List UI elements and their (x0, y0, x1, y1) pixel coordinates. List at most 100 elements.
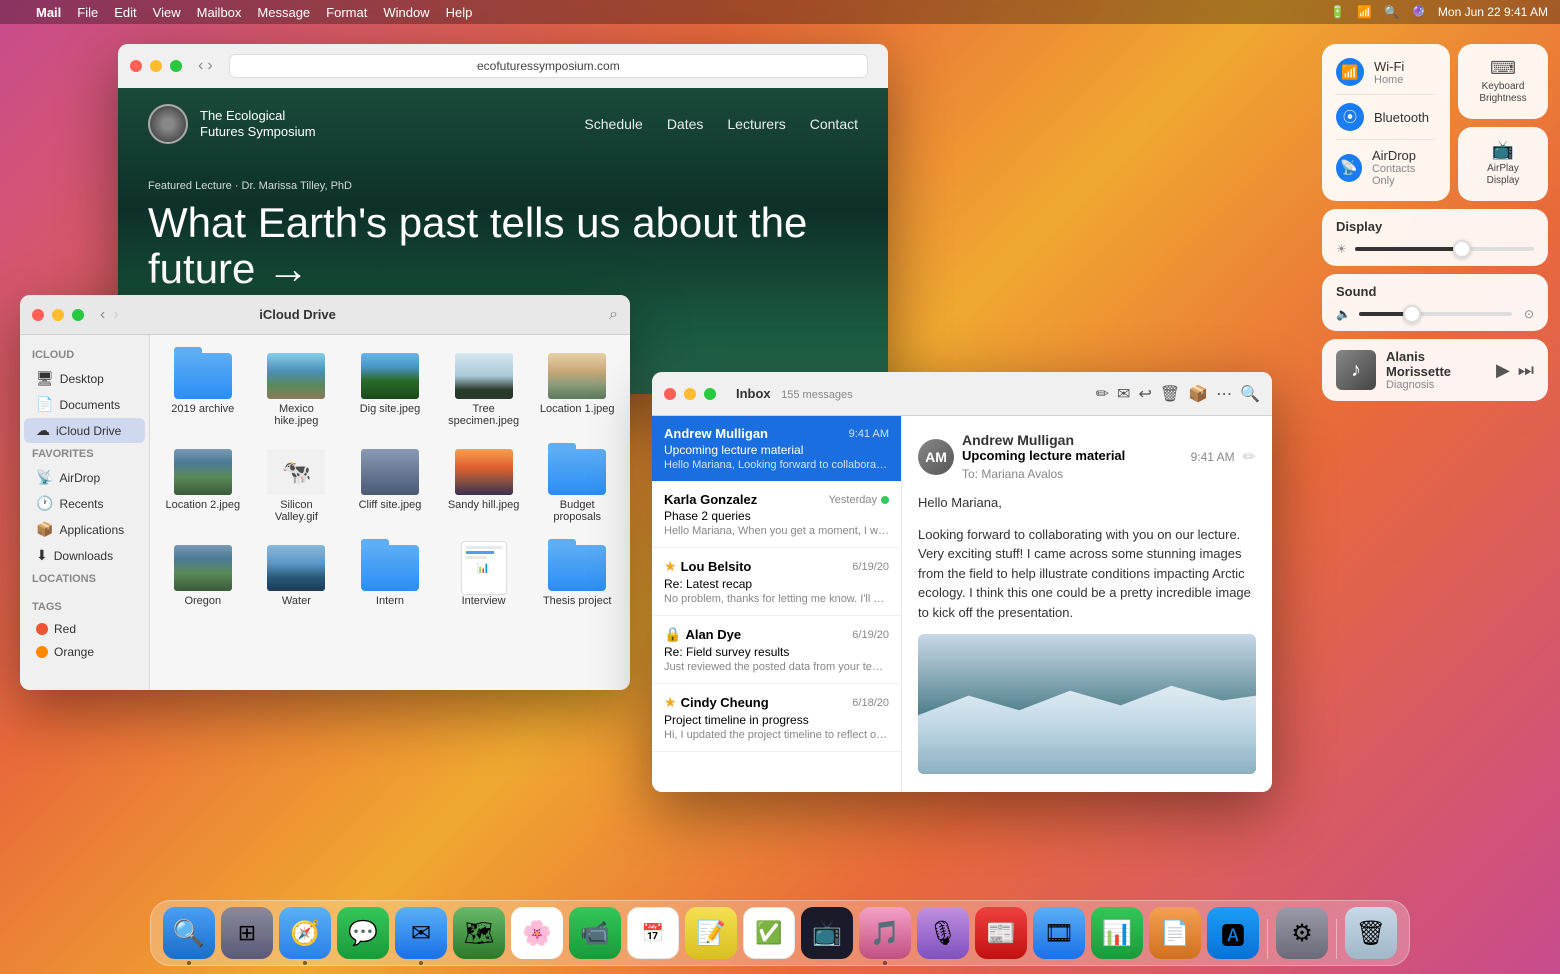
nav-contact[interactable]: Contact (810, 116, 858, 132)
file-item[interactable]: Budget proposals (534, 441, 620, 529)
mail-item[interactable]: Andrew Mulligan 9:41 AM Upcoming lecture… (652, 416, 901, 482)
display-slider[interactable] (1355, 247, 1534, 251)
display-slider-knob[interactable] (1453, 240, 1471, 258)
sidebar-item-tag-red[interactable]: Red (24, 618, 145, 640)
siri-icon[interactable]: 🔮 (1411, 5, 1426, 19)
menubar-app-name[interactable]: Mail (36, 5, 61, 20)
dock-facetime[interactable]: 📹 (569, 907, 621, 959)
dock-reminders[interactable]: ✅ (743, 907, 795, 959)
nav-lecturers[interactable]: Lecturers (727, 116, 785, 132)
menubar-window[interactable]: Window (383, 5, 429, 20)
next-button[interactable]: ⏭ (1518, 360, 1534, 381)
minimize-button[interactable] (150, 60, 162, 72)
menubar-format[interactable]: Format (326, 5, 367, 20)
mail-maximize-button[interactable] (704, 388, 716, 400)
sidebar-item-recents[interactable]: 🕐 Recents (24, 491, 145, 516)
file-item[interactable]: Cliff site.jpeg (347, 441, 433, 529)
mail-item[interactable]: 🔒 Alan Dye 6/19/20 Re: Field survey resu… (652, 616, 901, 684)
mail-item[interactable]: ★ Cindy Cheung 6/18/20 Project timeline … (652, 684, 901, 752)
cc-bluetooth-item[interactable]: ⦿ Bluetooth (1336, 94, 1436, 135)
send-icon[interactable]: ✉ (1117, 384, 1130, 404)
file-item[interactable]: Intern (347, 537, 433, 613)
menubar-help[interactable]: Help (446, 5, 473, 20)
dock-appstore[interactable]: 🅰 (1207, 907, 1259, 959)
mail-item[interactable]: ★ Lou Belsito 6/19/20 Re: Latest recap N… (652, 548, 901, 616)
maximize-button[interactable] (170, 60, 182, 72)
dock-pages[interactable]: 📄 (1149, 907, 1201, 959)
sidebar-item-downloads[interactable]: ⬇ Downloads (24, 543, 145, 568)
sidebar-item-desktop[interactable]: 🖥 Desktop (24, 366, 145, 391)
back-icon[interactable]: ‹ (100, 306, 105, 324)
dock-calendar[interactable]: 📅 (627, 907, 679, 959)
dock-numbers[interactable]: 📊 (1091, 907, 1143, 959)
file-item[interactable]: 🐄 Silicon Valley.gif (254, 441, 340, 529)
nav-schedule[interactable]: Schedule (584, 116, 642, 132)
edit-icon[interactable]: ✏ (1243, 447, 1256, 467)
reply-icon[interactable]: ↩ (1138, 384, 1151, 404)
dock-music[interactable]: 🎵 (859, 907, 911, 959)
nav-dates[interactable]: Dates (667, 116, 704, 132)
mail-item[interactable]: Karla Gonzalez Yesterday Phase 2 queries… (652, 482, 901, 548)
dock-photos[interactable]: 🌸 (511, 907, 563, 959)
dock-trash[interactable]: 🗑 (1345, 907, 1397, 959)
finder-maximize-button[interactable] (72, 309, 84, 321)
browser-url-bar[interactable]: ecofuturessymposium.com (229, 54, 868, 78)
mail-search-icon[interactable]: 🔍 (1240, 384, 1260, 404)
more-icon[interactable]: ⋯ (1216, 384, 1232, 404)
file-item[interactable]: Tree specimen.jpeg (441, 345, 527, 433)
sidebar-item-documents[interactable]: 📄 Documents (24, 392, 145, 417)
forward-icon[interactable]: › (207, 57, 212, 75)
dock-keynote[interactable]: 🎞 (1033, 907, 1085, 959)
compose-icon[interactable]: ✏ (1096, 384, 1109, 404)
dock-notes[interactable]: 📝 (685, 907, 737, 959)
archive-icon[interactable]: 📦 (1188, 384, 1208, 404)
delete-icon[interactable]: 🗑 (1160, 384, 1180, 404)
sidebar-item-tag-orange[interactable]: Orange (24, 641, 145, 663)
sidebar-item-icloud[interactable]: ☁ iCloud Drive (24, 418, 145, 443)
cc-airdrop-item[interactable]: 📡 AirDrop Contacts Only (1336, 139, 1436, 191)
file-item[interactable]: Location 1.jpeg (534, 345, 620, 433)
cc-wifi-item[interactable]: 📶 Wi-Fi Home (1336, 54, 1436, 90)
back-icon[interactable]: ‹ (198, 57, 203, 75)
menubar-mailbox[interactable]: Mailbox (197, 5, 242, 20)
mail-close-button[interactable] (664, 388, 676, 400)
file-item[interactable]: Oregon (160, 537, 246, 613)
close-button[interactable] (130, 60, 142, 72)
file-item[interactable]: 📊 Interview (441, 537, 527, 613)
menubar-message[interactable]: Message (257, 5, 310, 20)
dock-maps[interactable]: 🗺 (453, 907, 505, 959)
mail-minimize-button[interactable] (684, 388, 696, 400)
volume-control-icon[interactable]: ⊙ (1524, 307, 1534, 321)
menubar-view[interactable]: View (153, 5, 181, 20)
dock-messages[interactable]: 💬 (337, 907, 389, 959)
finder-search-icon[interactable]: ⌕ (609, 306, 618, 324)
file-item[interactable]: 2019 archive (160, 345, 246, 433)
dock-mail[interactable]: ✉ (395, 907, 447, 959)
file-item[interactable]: Mexico hike.jpeg (254, 345, 340, 433)
sound-slider-knob[interactable] (1403, 305, 1421, 323)
dock-news[interactable]: 📰 (975, 907, 1027, 959)
finder-minimize-button[interactable] (52, 309, 64, 321)
file-item[interactable]: Water (254, 537, 340, 613)
finder-close-button[interactable] (32, 309, 44, 321)
dock-podcasts[interactable]: 🎙 (917, 907, 969, 959)
dock-launchpad[interactable]: ⊞ (221, 907, 273, 959)
search-icon[interactable]: 🔍 (1384, 5, 1399, 19)
dock-safari[interactable]: 🧭 (279, 907, 331, 959)
sidebar-item-airdrop[interactable]: 📡 AirDrop (24, 465, 145, 490)
file-item[interactable]: Location 2.jpeg (160, 441, 246, 529)
file-item[interactable]: Dig site.jpeg (347, 345, 433, 433)
play-button[interactable]: ▶ (1496, 360, 1510, 381)
dock-appletv[interactable]: 📺 (801, 907, 853, 959)
dock-finder[interactable]: 🔍 (163, 907, 215, 959)
dock-sysprefs[interactable]: ⚙ (1276, 907, 1328, 959)
file-item[interactable]: Thesis project (534, 537, 620, 613)
file-item[interactable]: Sandy hill.jpeg (441, 441, 527, 529)
cc-airplay-display-tile[interactable]: 📺 AirPlayDisplay (1458, 127, 1548, 202)
sound-slider[interactable] (1359, 312, 1512, 316)
browser-nav[interactable]: ‹ › (198, 57, 213, 75)
menubar-edit[interactable]: Edit (114, 5, 136, 20)
menubar-file[interactable]: File (77, 5, 98, 20)
sidebar-item-applications[interactable]: 📦 Applications (24, 517, 145, 542)
cc-keyboard-brightness-tile[interactable]: ⌨ KeyboardBrightness (1458, 44, 1548, 119)
